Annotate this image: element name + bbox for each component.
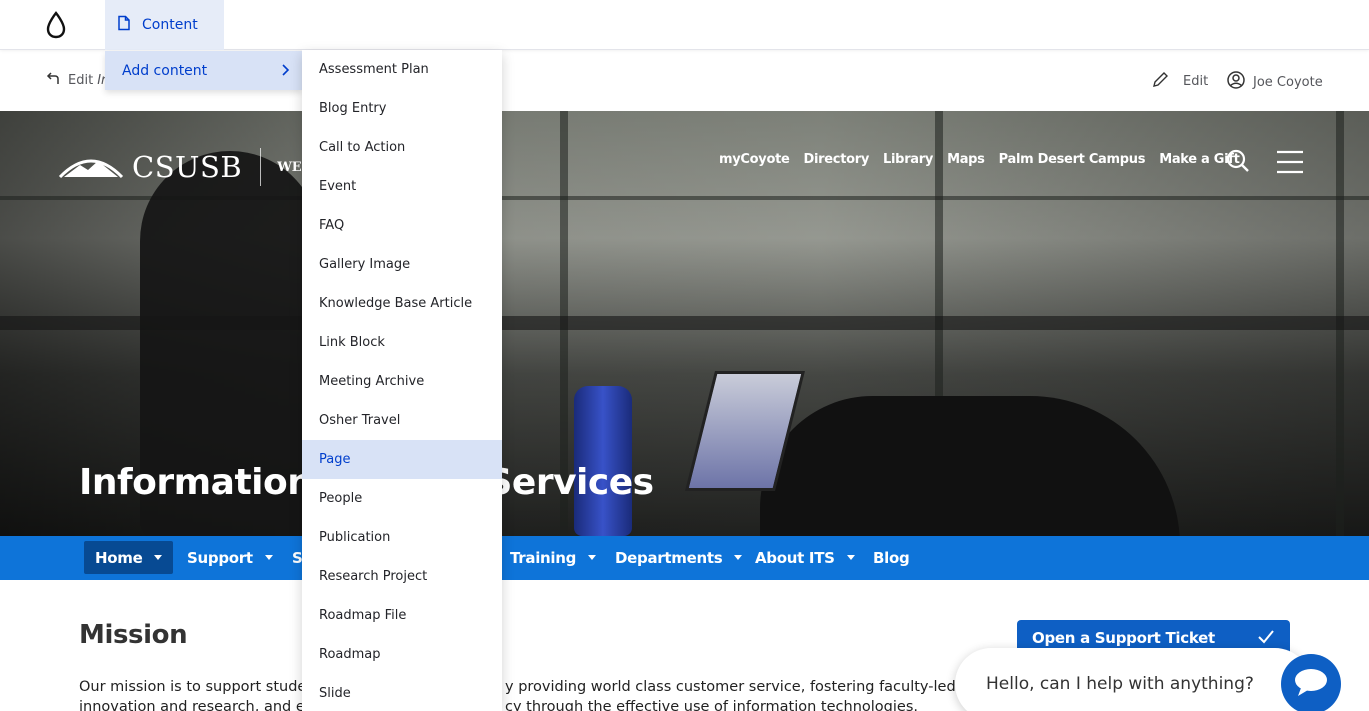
chat-prompt-bubble[interactable]: Hello, can I help with anything?: [955, 648, 1311, 711]
main-nav-label: Home: [95, 548, 143, 567]
mountain-logo-icon: [58, 151, 124, 183]
mission-heading: Mission: [79, 620, 188, 650]
chat-launcher-button[interactable]: [1281, 654, 1341, 711]
mission-paragraph: Our mission is to support studer y provi…: [79, 677, 959, 711]
utility-nav: myCoyote Directory Library Maps Palm Desert …: [719, 152, 1254, 167]
drupal-drop-icon[interactable]: [40, 8, 72, 42]
main-nav-about-its[interactable]: About ITS: [744, 541, 866, 574]
user-name: Joe Coyote: [1253, 74, 1323, 90]
chevron-right-icon: [280, 63, 290, 81]
utility-nav-palm-desert-campus[interactable]: Palm Desert Campus: [999, 152, 1146, 167]
pencil-icon: [1152, 71, 1169, 92]
return-arrow-icon: [46, 71, 60, 89]
dropdown-item-osher-travel[interactable]: Osher Travel: [302, 401, 502, 440]
utility-nav-mycoyote[interactable]: myCoyote: [719, 152, 790, 167]
checkmark-icon: [1258, 630, 1274, 648]
bag-silhouette: [760, 396, 1180, 536]
content-menu-tab[interactable]: Content: [105, 0, 224, 50]
main-nav-label: Blog: [873, 548, 910, 567]
admin-toolbar: Content: [0, 0, 1369, 50]
dropdown-item-link-block[interactable]: Link Block: [302, 323, 502, 362]
user-menu[interactable]: Joe Coyote: [1227, 71, 1323, 93]
main-nav-label: Departments: [615, 548, 723, 567]
mission-line2-left: innovation and research, and en: [79, 699, 314, 711]
dropdown-item-roadmap-file[interactable]: Roadmap File: [302, 596, 502, 635]
document-icon: [116, 15, 132, 35]
dropdown-item-publication[interactable]: Publication: [302, 518, 502, 557]
utility-nav-library[interactable]: Library: [883, 152, 933, 167]
main-nav-label: Support: [187, 548, 253, 567]
dropdown-item-blog-entry[interactable]: Blog Entry: [302, 89, 502, 128]
mission-line1-left: Our mission is to support studer: [79, 679, 313, 695]
main-nav-support[interactable]: Support: [176, 541, 284, 574]
support-ticket-label: Open a Support Ticket: [1032, 629, 1215, 647]
dropdown-item-page[interactable]: Page: [302, 440, 502, 479]
brand-name: CSUSB: [132, 150, 243, 184]
dropdown-item-call-to-action[interactable]: Call to Action: [302, 128, 502, 167]
dropdown-item-people[interactable]: People: [302, 479, 502, 518]
user-avatar-icon: [1227, 71, 1245, 93]
search-icon[interactable]: [1226, 149, 1250, 177]
add-content-label: Add content: [122, 62, 208, 79]
water-bottle: [574, 386, 632, 536]
dropdown-item-meeting-archive[interactable]: Meeting Archive: [302, 362, 502, 401]
mission-line2-right: cy through the effective use of informat…: [505, 699, 918, 711]
chat-prompt-text: Hello, can I help with anything?: [986, 674, 1254, 694]
main-nav-training[interactable]: Training: [499, 541, 607, 574]
main-nav-home[interactable]: Home: [84, 541, 174, 574]
utility-nav-directory[interactable]: Directory: [804, 152, 870, 167]
dropdown-item-research-project[interactable]: Research Project: [302, 557, 502, 596]
edit-button[interactable]: Edit: [1152, 71, 1208, 92]
page-title-right: Services: [486, 462, 654, 503]
main-nav-departments[interactable]: Departments: [604, 541, 753, 574]
main-nav-blog[interactable]: Blog: [862, 541, 920, 574]
main-navigation: Home Support S Training Departments About ITS…: [0, 536, 1369, 580]
dropdown-item-roadmap[interactable]: Roadmap: [302, 635, 502, 674]
dropdown-item-faq[interactable]: FAQ: [302, 206, 502, 245]
chat-bubble-icon: [1293, 667, 1329, 701]
hamburger-menu-icon[interactable]: [1276, 150, 1304, 178]
csusb-logo[interactable]: CSUSB WE DE: [58, 148, 327, 186]
caret-down-icon: [588, 555, 597, 560]
edit-back-label: Edit: [68, 72, 94, 88]
content-menu-label: Content: [142, 17, 198, 33]
main-nav-label: S: [292, 548, 303, 567]
dropdown-item-assessment-plan[interactable]: Assessment Plan: [302, 50, 502, 89]
caret-down-icon: [154, 555, 163, 560]
utility-nav-maps[interactable]: Maps: [947, 152, 985, 167]
edit-label: Edit: [1183, 74, 1209, 89]
add-content-dropdown: Assessment Plan Blog Entry Call to Action E…: [302, 50, 502, 711]
dropdown-item-slide[interactable]: Slide: [302, 674, 502, 711]
caret-down-icon: [734, 555, 743, 560]
main-nav-label: About ITS: [755, 548, 835, 567]
caret-down-icon: [264, 555, 273, 560]
mission-line1-right: y providing world class customer service…: [505, 679, 956, 695]
add-content-menu-item[interactable]: Add content: [105, 51, 302, 90]
brand-divider: [260, 148, 262, 186]
edit-back-link[interactable]: Edit In: [46, 71, 109, 89]
main-nav-label: Training: [510, 548, 577, 567]
dropdown-item-gallery-image[interactable]: Gallery Image: [302, 245, 502, 284]
dropdown-item-event[interactable]: Event: [302, 167, 502, 206]
caret-down-icon: [846, 555, 855, 560]
dropdown-item-knowledge-base-article[interactable]: Knowledge Base Article: [302, 284, 502, 323]
